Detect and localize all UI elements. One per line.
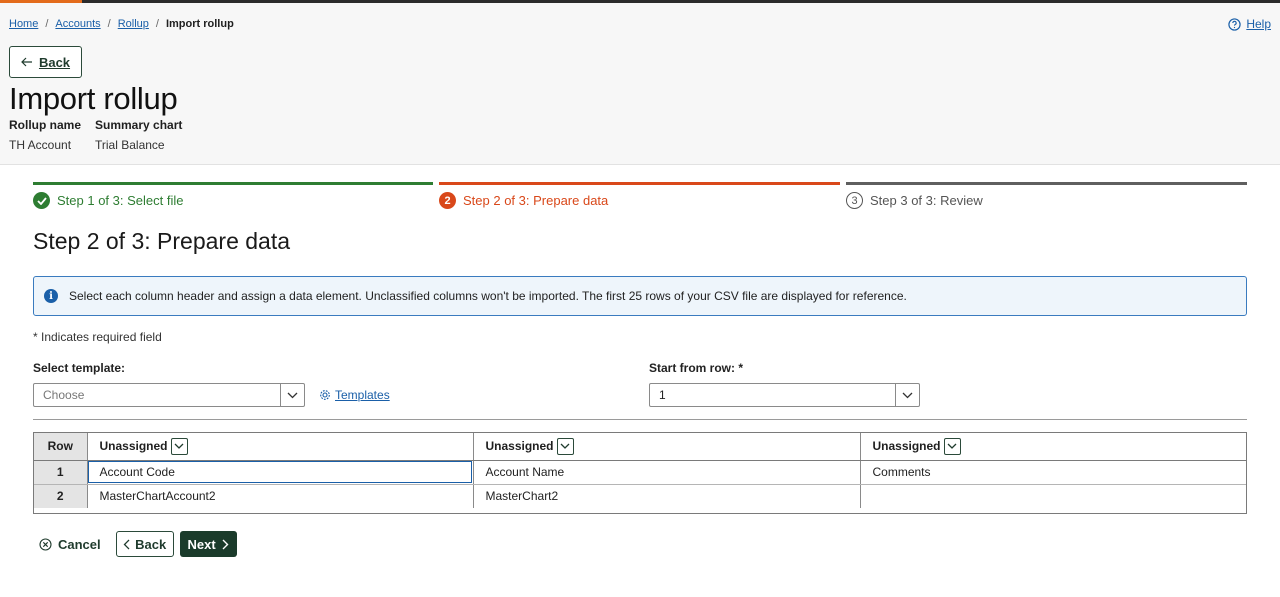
breadcrumb-rollup[interactable]: Rollup <box>118 18 149 30</box>
column-header-label: Unassigned <box>872 439 941 454</box>
gear-icon <box>320 390 330 400</box>
chevron-down-icon[interactable] <box>895 384 919 406</box>
table-row: 2 MasterChartAccount2 MasterChart2 <box>34 484 1246 508</box>
meta-label: Summary chart <box>95 118 183 132</box>
grid-cell[interactable]: MasterChartAccount2 <box>87 484 474 508</box>
page-title: Import rollup <box>9 81 178 116</box>
column-menu-chevron-icon[interactable] <box>556 437 574 455</box>
column-header-1[interactable]: Unassigned <box>87 433 474 461</box>
row-number: 2 <box>34 484 88 508</box>
breadcrumb-current: Import rollup <box>165 18 234 30</box>
breadcrumb: Home / Accounts / Rollup / Import rollup <box>9 18 234 30</box>
cancel-label: Cancel <box>58 536 101 552</box>
action-bar: Cancel Back Next <box>33 531 237 557</box>
grid-cell[interactable]: MasterChart2 <box>473 484 861 508</box>
step-number-badge: 2 <box>439 192 456 209</box>
help-link[interactable]: Help <box>1228 17 1271 31</box>
template-select-value: Choose <box>43 388 85 402</box>
meta-label: Rollup name <box>9 118 82 132</box>
start-row-label: Start from row: * <box>649 361 744 375</box>
step-heading: Step 2 of 3: Prepare data <box>33 228 291 254</box>
breadcrumb-accounts[interactable]: Accounts <box>55 18 100 30</box>
back-button[interactable]: Back <box>115 531 174 557</box>
grid-cell[interactable]: Account Name <box>473 460 861 485</box>
grid-cell[interactable]: Comments <box>860 460 1246 485</box>
step-number-badge: 3 <box>846 192 863 209</box>
meta-summary-chart: Summary chart Trial Balance <box>95 118 182 152</box>
checkmark-icon <box>33 192 50 209</box>
column-menu-chevron-icon[interactable] <box>943 437 961 455</box>
meta-value: TH Account <box>9 138 72 152</box>
step-bar <box>439 182 840 185</box>
data-grid: Row Unassigned Unassigned Unassigned 1 A… <box>33 432 1247 514</box>
row-number: 1 <box>34 460 88 485</box>
step-label: Step 3 of 3: Review <box>870 193 983 208</box>
chevron-down-icon[interactable] <box>280 384 304 406</box>
column-header-3[interactable]: Unassigned <box>860 433 1246 461</box>
breadcrumb-home[interactable]: Home <box>9 18 38 30</box>
close-circle-icon <box>39 537 52 551</box>
grid-cell[interactable]: Account Code <box>87 460 474 485</box>
page-header: Home / Accounts / Rollup / Import rollup… <box>0 3 1280 165</box>
grid-cell[interactable] <box>860 484 1246 508</box>
section-divider <box>33 419 1247 420</box>
start-row-value: 1 <box>659 388 666 402</box>
column-menu-chevron-icon[interactable] <box>170 437 188 455</box>
chevron-right-icon <box>222 539 229 549</box>
template-select[interactable]: Choose <box>33 383 305 407</box>
step-3: 3 Step 3 of 3: Review <box>846 182 1247 212</box>
next-label: Next <box>187 536 216 552</box>
info-message: Select each column header and assign a d… <box>69 289 907 303</box>
breadcrumb-separator: / <box>45 18 49 30</box>
templates-link-label: Templates <box>335 388 390 402</box>
start-row-select[interactable]: 1 <box>649 383 920 407</box>
help-circle-icon <box>1228 17 1241 31</box>
meta-value: Trial Balance <box>95 138 165 152</box>
progress-stepper: Step 1 of 3: Select file 2 Step 2 of 3: … <box>33 182 1247 212</box>
template-label: Select template: <box>33 361 126 375</box>
next-button[interactable]: Next <box>179 531 237 557</box>
step-label: Step 1 of 3: Select file <box>57 193 184 208</box>
info-banner: i Select each column header and assign a… <box>33 276 1247 316</box>
step-bar <box>33 182 433 185</box>
required-field-note: * Indicates required field <box>33 330 162 344</box>
info-icon: i <box>44 289 58 303</box>
step-2: 2 Step 2 of 3: Prepare data <box>439 182 840 212</box>
column-header-label: Unassigned <box>99 439 168 454</box>
chevron-left-icon <box>123 539 130 549</box>
table-row: 1 Account Code Account Name Comments <box>34 460 1246 485</box>
arrow-left-icon <box>21 57 32 67</box>
breadcrumb-separator: / <box>155 18 159 30</box>
back-label: Back <box>135 536 167 552</box>
column-header-label: Unassigned <box>485 439 554 454</box>
row-header: Row <box>34 433 88 461</box>
help-label: Help <box>1246 17 1271 31</box>
step-bar <box>846 182 1247 185</box>
step-label: Step 2 of 3: Prepare data <box>463 193 609 208</box>
cancel-button[interactable]: Cancel <box>39 537 101 552</box>
breadcrumb-separator: / <box>107 18 111 30</box>
header-back-label: Back <box>38 54 71 70</box>
column-header-2[interactable]: Unassigned <box>473 433 861 461</box>
step-1: Step 1 of 3: Select file <box>33 182 433 212</box>
templates-link[interactable]: Templates <box>319 388 390 402</box>
header-back-button[interactable]: Back <box>9 46 82 78</box>
meta-rollup-name: Rollup name TH Account <box>9 118 81 152</box>
